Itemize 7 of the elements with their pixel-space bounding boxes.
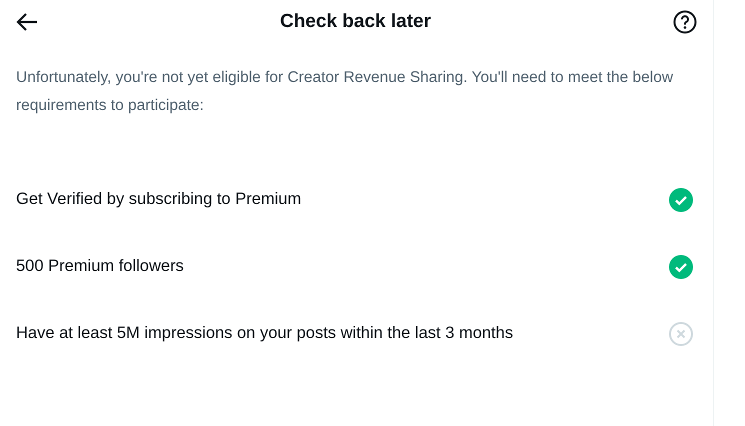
help-button[interactable] [673,10,697,34]
requirement-text: 500 Premium followers [16,256,184,278]
description-text: Unfortunately, you're not yet eligible for Creator Revenue Sharing. You'll need to meet the below requirements to participate: [15,68,674,116]
page-title: Check back later [280,10,432,34]
back-button[interactable] [16,12,38,32]
requirement-text: Have at least 5M impressions on your posts within the last 3 months [16,323,514,344]
requirement-text: Get Verified by subscribing to Premium [16,189,302,210]
